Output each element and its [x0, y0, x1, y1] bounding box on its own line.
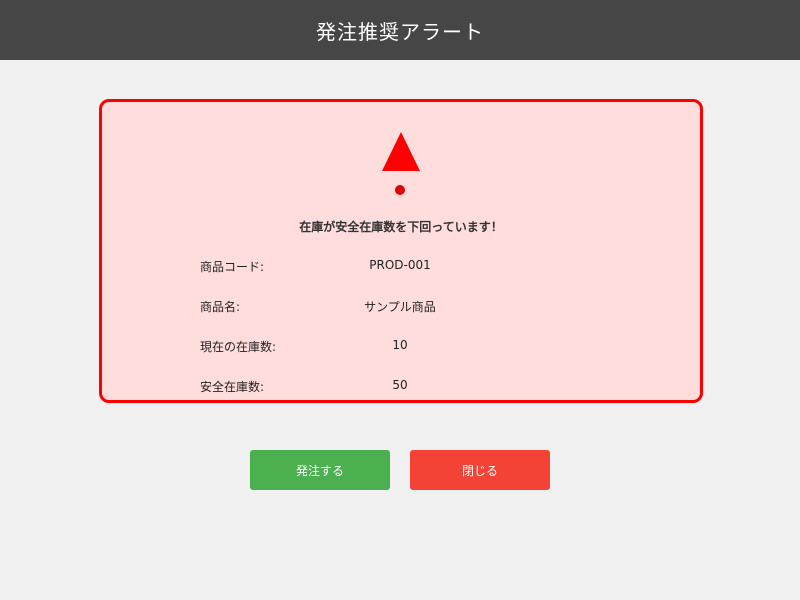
- order-button[interactable]: 発注する: [250, 450, 390, 490]
- warning-triangle-icon: [382, 132, 420, 171]
- app-header: 発注推奨アラート: [0, 0, 800, 60]
- safety-stock-label: 安全在庫数:: [200, 380, 265, 394]
- alert-message: 在庫が安全在庫数を下回っています！: [299, 220, 503, 234]
- safety-stock-value: 50: [392, 378, 408, 392]
- current-stock-value: 10: [392, 338, 408, 352]
- current-stock-label: 現在の在庫数:: [200, 340, 277, 354]
- info-row-safety-stock: 安全在庫数: 50: [102, 378, 700, 398]
- warning-dot-icon: [395, 185, 405, 195]
- page-title: 発注推奨アラート: [316, 19, 484, 44]
- product-name-value: サンプル商品: [364, 300, 436, 314]
- product-name-label: 商品名:: [200, 300, 241, 314]
- info-row-product-name: 商品名: サンプル商品: [102, 298, 700, 318]
- alert-panel: 在庫が安全在庫数を下回っています！ 商品コード: PROD-001 商品名: サ…: [99, 99, 703, 403]
- close-button[interactable]: 閉じる: [410, 450, 550, 490]
- info-row-current-stock: 現在の在庫数: 10: [102, 338, 700, 358]
- product-code-value: PROD-001: [369, 258, 431, 272]
- product-code-label: 商品コード:: [200, 260, 265, 274]
- info-row-product-code: 商品コード: PROD-001: [102, 258, 700, 278]
